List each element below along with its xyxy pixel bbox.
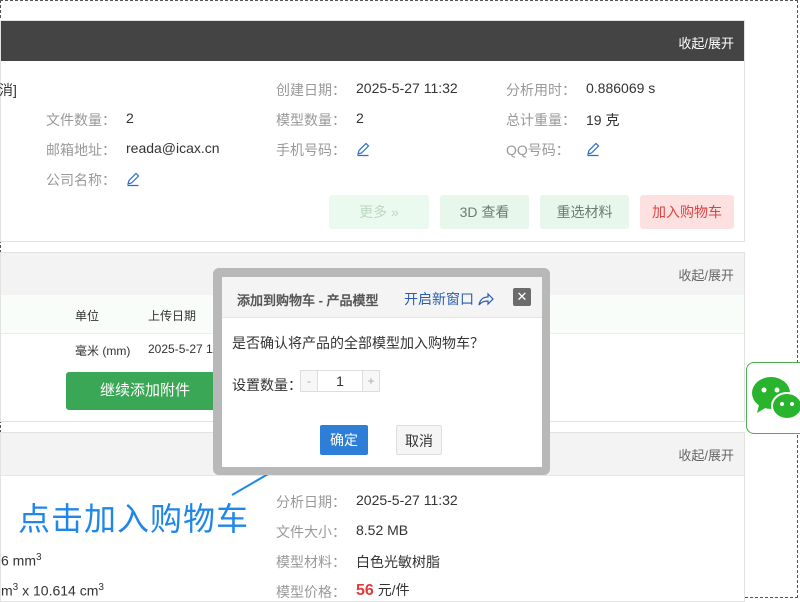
file-count-label: 文件数量： (46, 112, 116, 128)
view-3d-button[interactable]: 3D 查看 (440, 195, 529, 229)
add-attachment-button[interactable]: 继续添加附件 (66, 372, 224, 410)
share-arrow-icon (478, 292, 494, 306)
company-label: 公司名称： (46, 172, 116, 188)
dialog-header: 添加到购物车 - 产品模型 开启新窗口 ✕ (222, 277, 542, 318)
model-count-label: 模型数量： (276, 112, 346, 128)
collapse-toggle[interactable]: 收起/展开 (678, 265, 734, 284)
cancel-button[interactable]: 取消 (396, 425, 442, 455)
dialog-title: 添加到购物车 - 产品模型 (237, 293, 379, 308)
total-weight-value: 19 克 (586, 112, 620, 128)
wechat-float-button[interactable] (746, 362, 800, 434)
dimension-fragment: m3 x 10.614 cm3 (1, 582, 104, 599)
col-unit: 单位 (75, 309, 100, 323)
email-label: 邮箱地址： (46, 142, 116, 158)
close-icon[interactable]: ✕ (513, 288, 531, 306)
open-new-window-link[interactable]: 开启新窗口 (404, 289, 494, 309)
collapse-toggle[interactable]: 收起/展开 (678, 445, 734, 464)
row-unit: 毫米 (mm) (75, 344, 131, 358)
wechat-icon (752, 377, 800, 420)
quantity-input[interactable]: 1 (317, 371, 363, 391)
file-size-label: 文件大小： (276, 524, 346, 540)
row-upload-date: 2025-5-27 11 (148, 342, 219, 356)
edit-pencil-icon[interactable] (585, 141, 601, 157)
add-to-cart-button[interactable]: 加入购物车 (640, 195, 734, 229)
bracket-fragment: 消] (0, 82, 17, 98)
material-value: 白色光敏树脂 (356, 554, 440, 570)
increment-button[interactable]: + (362, 371, 379, 391)
analysis-date-value: 2025-5-27 11:32 (356, 492, 458, 508)
create-date-value: 2025-5-27 11:32 (356, 80, 458, 96)
edit-pencil-icon[interactable] (355, 141, 371, 157)
quantity-label: 设置数量： (232, 377, 302, 393)
price-value: 56 元/件 (356, 582, 410, 599)
add-to-cart-dialog: 添加到购物车 - 产品模型 开启新窗口 ✕ 是否确认将产品的全部模型加入购物车？… (222, 277, 542, 467)
model-count-value: 2 (356, 110, 364, 126)
more-button[interactable]: 更多 » (329, 195, 429, 229)
file-count-value: 2 (126, 110, 134, 126)
qq-label: QQ号码： (506, 142, 570, 158)
file-size-value: 8.52 MB (356, 522, 409, 538)
price-label: 模型价格： (276, 584, 346, 600)
volume-fragment: 6 mm3 (1, 552, 42, 569)
annotation-text: 点击加入购物车 (18, 501, 250, 537)
col-upload-date: 上传日期 (148, 309, 197, 323)
analysis-time-label: 分析用时： (506, 82, 576, 98)
create-date-label: 创建日期： (276, 82, 346, 98)
collapse-toggle[interactable]: 收起/展开 (678, 33, 734, 52)
edit-pencil-icon[interactable] (125, 171, 141, 187)
confirm-question: 是否确认将产品的全部模型加入购物车？ (232, 335, 484, 351)
decrement-button[interactable]: - (301, 371, 318, 391)
phone-label: 手机号码： (276, 142, 346, 158)
confirm-button[interactable]: 确定 (320, 425, 368, 455)
quantity-stepper: - 1 + (300, 370, 380, 392)
total-weight-label: 总计重量： (506, 112, 576, 128)
reselect-material-button[interactable]: 重选材料 (540, 195, 629, 229)
panel-header: 收起/展开 (1, 21, 744, 61)
email-value: reada@icax.cn (126, 140, 220, 156)
analysis-date-label: 分析日期： (276, 494, 346, 510)
analysis-time-value: 0.886069 s (586, 80, 656, 96)
material-label: 模型材料： (276, 554, 346, 570)
